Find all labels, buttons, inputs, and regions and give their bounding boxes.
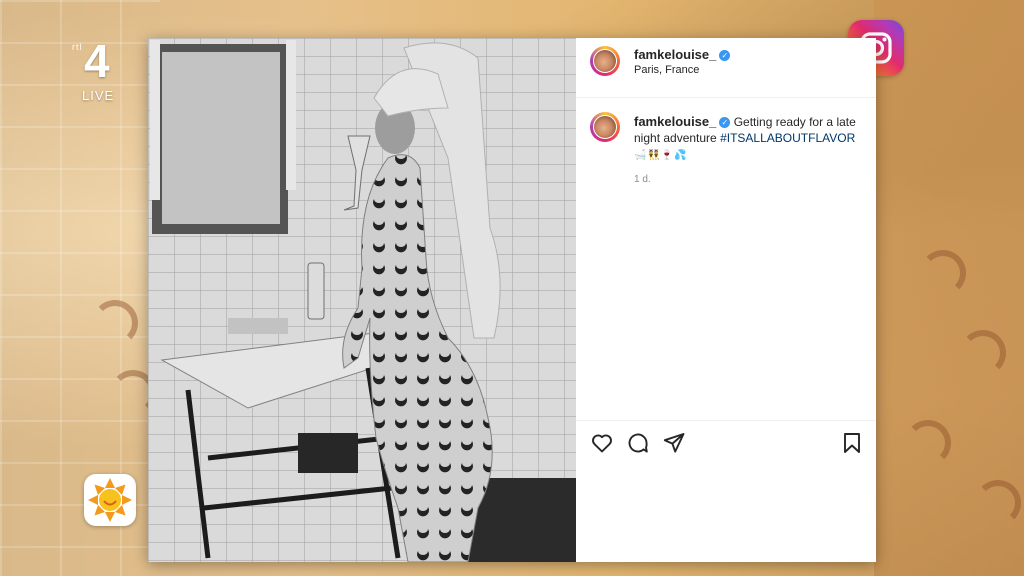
sun-logo-icon bbox=[84, 474, 136, 526]
post-time[interactable]: 1 d. bbox=[634, 174, 651, 185]
heart-icon[interactable] bbox=[590, 431, 614, 455]
avatar[interactable] bbox=[590, 46, 620, 76]
caption-username-link[interactable]: famkelouise_ bbox=[634, 114, 716, 129]
username-link[interactable]: famkelouise_ bbox=[634, 47, 716, 62]
channel-brand: rtl bbox=[72, 42, 83, 52]
background-pattern bbox=[920, 250, 966, 296]
location-link[interactable]: Paris, France bbox=[634, 64, 699, 76]
verified-badge-icon: ✓ bbox=[719, 50, 731, 61]
post-photo[interactable] bbox=[148, 38, 576, 562]
live-label: LIVE bbox=[82, 88, 115, 103]
instagram-post: famkelouise_ ✓ Paris, France famkelouise_… bbox=[148, 38, 876, 562]
header-username-row: famkelouise_ ✓ bbox=[634, 46, 731, 64]
caption-avatar[interactable] bbox=[590, 112, 620, 142]
channel-number: 4 bbox=[84, 35, 110, 87]
post-actions bbox=[576, 420, 876, 563]
verified-badge-icon: ✓ bbox=[719, 117, 731, 128]
channel-logo: rtl 4 LIVE bbox=[66, 38, 126, 108]
post-header: famkelouise_ ✓ Paris, France bbox=[576, 38, 876, 98]
background-pattern bbox=[960, 330, 1006, 376]
send-icon[interactable] bbox=[662, 431, 686, 455]
background-pattern bbox=[905, 420, 951, 466]
post-side-panel: famkelouise_ ✓ Paris, France famkelouise_… bbox=[576, 38, 876, 562]
caption-emojis: 🛁👯🍷💦 bbox=[634, 150, 688, 161]
hashtag-link[interactable]: #ITSALLABOUTFLAVOR bbox=[720, 131, 855, 145]
post-caption: famkelouise_ ✓ Getting ready for a late n… bbox=[634, 114, 862, 164]
background-pattern bbox=[975, 480, 1021, 526]
bookmark-icon[interactable] bbox=[840, 431, 864, 455]
background-pattern bbox=[92, 300, 138, 346]
comment-icon[interactable] bbox=[626, 431, 650, 455]
